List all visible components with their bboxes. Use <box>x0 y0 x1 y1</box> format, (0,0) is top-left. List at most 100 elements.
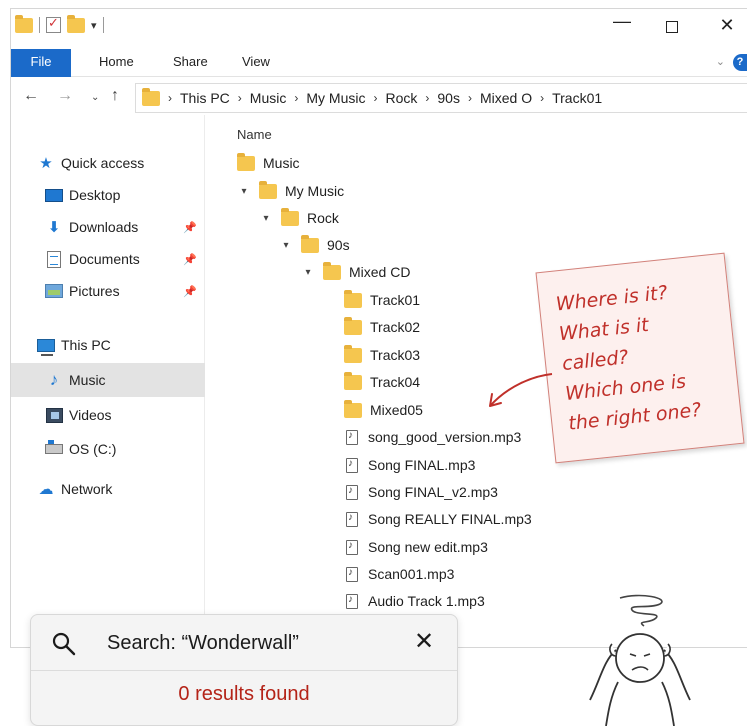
audio-file-icon <box>346 429 358 445</box>
chevron-down-icon[interactable]: ▾ <box>237 186 251 197</box>
folder-label: Track01 <box>370 292 421 308</box>
folder-label: Mixed05 <box>370 402 423 418</box>
help-icon[interactable]: ? <box>733 54 747 71</box>
sidebar-item-label: Music <box>69 372 106 388</box>
breadcrumb-mixed[interactable]: Mixed O <box>480 90 532 106</box>
tree-row-file[interactable]: Audio Track 1.mp3 <box>346 589 485 613</box>
up-arrow-icon[interactable]: ↑ <box>111 87 119 105</box>
tree-row-mixed-cd[interactable]: ▾ Mixed CD <box>301 260 410 284</box>
tab-file[interactable]: File <box>11 49 71 77</box>
folder-label: Rock <box>307 210 339 226</box>
new-folder-icon[interactable] <box>67 14 85 33</box>
folder-label: Track04 <box>370 374 421 390</box>
sidebar-item-os-c[interactable]: OS (C:) <box>11 433 205 465</box>
sidebar-item-label: This PC <box>61 337 111 353</box>
sidebar-item-videos[interactable]: Videos <box>11 399 205 431</box>
minimize-button[interactable]: — <box>607 11 637 32</box>
sidebar-item-downloads[interactable]: ⬇ Downloads 📌 <box>11 211 205 243</box>
tree-row-file[interactable]: Song FINAL.mp3 <box>346 453 475 477</box>
tree-row-file[interactable]: song_good_version.mp3 <box>346 425 521 449</box>
properties-icon[interactable] <box>46 15 61 33</box>
chevron-down-icon[interactable]: ▾ <box>279 240 293 251</box>
download-icon: ⬇ <box>47 219 61 236</box>
sidebar-item-label: Network <box>61 481 113 497</box>
folder-icon <box>344 289 362 308</box>
quick-access-toolbar: ▾ <box>15 14 104 33</box>
pin-icon[interactable]: 📌 <box>183 253 197 266</box>
chevron-right-icon: › <box>425 91 430 105</box>
audio-file-icon <box>346 593 358 609</box>
sidebar-item-pictures[interactable]: Pictures 📌 <box>11 275 205 307</box>
search-bar[interactable]: Search: “Wonderwall” ✕ <box>31 615 457 671</box>
folder-icon <box>301 234 319 253</box>
sidebar-item-quick-access[interactable]: ★ Quick access <box>11 147 205 179</box>
tab-share[interactable]: Share <box>173 49 208 77</box>
tree-row-file[interactable]: Scan001.mp3 <box>346 562 454 586</box>
address-bar[interactable]: › This PC › Music › My Music › Rock › 90… <box>135 83 747 113</box>
forward-arrow-icon[interactable]: → <box>57 87 73 105</box>
sidebar-item-desktop[interactable]: Desktop <box>11 179 205 211</box>
tree-row-track03[interactable]: Track03 <box>344 343 420 367</box>
tree-row-file[interactable]: Song REALLY FINAL.mp3 <box>346 507 532 531</box>
folder-label: Track03 <box>370 347 421 363</box>
close-button[interactable]: ✕ <box>712 15 742 36</box>
folder-icon <box>259 180 277 199</box>
chevron-right-icon: › <box>168 91 172 105</box>
tree-row-track02[interactable]: Track02 <box>344 315 420 339</box>
tree-row-track04[interactable]: Track04 <box>344 370 420 394</box>
sidebar-item-label: Desktop <box>69 187 121 203</box>
pin-icon[interactable]: 📌 <box>183 285 197 298</box>
chevron-right-icon: › <box>294 91 299 105</box>
sidebar-item-network[interactable]: ☁ Network <box>11 473 205 505</box>
audio-file-icon <box>346 539 358 555</box>
breadcrumb-my-music[interactable]: My Music <box>306 90 365 106</box>
title-bar: ▾ — ✕ <box>11 9 747 47</box>
sidebar-item-label: OS (C:) <box>69 441 117 457</box>
chevron-down-icon[interactable]: ▾ <box>259 213 273 224</box>
maximize-button[interactable] <box>657 15 687 38</box>
breadcrumb-rock[interactable]: Rock <box>385 90 417 106</box>
expand-ribbon-icon[interactable]: ⌄ <box>716 55 725 68</box>
chevron-down-icon[interactable]: ▾ <box>301 267 315 278</box>
folder-icon[interactable] <box>15 14 33 33</box>
sidebar-item-this-pc[interactable]: This PC <box>11 329 205 361</box>
customize-toolbar-icon[interactable]: ▾ <box>91 19 97 32</box>
sidebar-item-music[interactable]: ♪ Music <box>11 363 205 397</box>
column-header-name[interactable]: Name <box>237 127 272 142</box>
tree-row-90s[interactable]: ▾ 90s <box>279 233 350 257</box>
separator <box>102 17 104 33</box>
network-icon: ☁ <box>38 481 54 498</box>
music-icon: ♪ <box>49 370 59 389</box>
file-label: Song FINAL.mp3 <box>368 457 476 473</box>
chevron-right-icon: › <box>467 91 472 105</box>
tree-row-mixed05[interactable]: Mixed05 <box>344 398 423 422</box>
tree-row-music[interactable]: Music <box>237 151 300 175</box>
folder-icon <box>344 344 362 363</box>
navigation-bar: ← → ⌄ ↑ › This PC › Music › My Music › R… <box>11 81 747 115</box>
tree-row-track01[interactable]: Track01 <box>344 288 420 312</box>
tree-row-file[interactable]: Song new edit.mp3 <box>346 535 488 559</box>
breadcrumb-music[interactable]: Music <box>250 90 287 106</box>
close-search-button[interactable]: ✕ <box>414 627 434 656</box>
tab-home[interactable]: Home <box>99 49 134 77</box>
breadcrumb-this-pc[interactable]: This PC <box>180 90 230 106</box>
pin-icon[interactable]: 📌 <box>183 221 197 234</box>
search-query[interactable]: Search: “Wonderwall” <box>107 632 299 655</box>
folder-icon <box>323 261 341 280</box>
back-arrow-icon[interactable]: ← <box>23 87 39 105</box>
ribbon-tabs: File Home Share View ⌄ ? <box>11 49 747 77</box>
folder-label: Track02 <box>370 319 421 335</box>
sidebar-item-documents[interactable]: Documents 📌 <box>11 243 205 275</box>
tree-row-rock[interactable]: ▾ Rock <box>259 206 339 230</box>
breadcrumb-track01[interactable]: Track01 <box>552 90 602 106</box>
tree-row-file[interactable]: Song FINAL_v2.mp3 <box>346 480 498 504</box>
audio-file-icon <box>346 457 358 473</box>
chevron-right-icon: › <box>373 91 378 105</box>
tree-row-my-music[interactable]: ▾ My Music <box>237 179 344 203</box>
breadcrumb-90s[interactable]: 90s <box>437 90 460 106</box>
folder-icon <box>344 316 362 335</box>
separator <box>39 17 40 33</box>
recent-locations-icon[interactable]: ⌄ <box>91 92 99 103</box>
tab-view[interactable]: View <box>242 49 270 77</box>
star-icon: ★ <box>39 155 53 172</box>
